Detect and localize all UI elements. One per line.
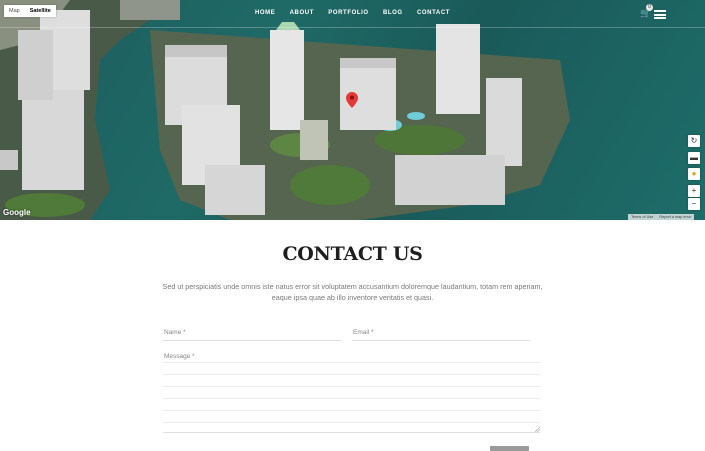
email-label: Email * [353, 329, 374, 336]
nav-contact[interactable]: CONTACT [417, 10, 450, 16]
map-view[interactable]: Map Satellite Google ↻ ▬ ● + − Terms of … [0, 0, 705, 220]
rotate-icon[interactable]: ↻ [688, 135, 700, 147]
contact-intro: Sed ut perspiciatis unde omnis iste natu… [162, 282, 543, 302]
nav-blog[interactable]: BLOG [383, 10, 403, 16]
pegman-icon[interactable]: ● [688, 168, 700, 180]
report-error-link[interactable]: Report a map error [656, 214, 694, 220]
message-label: Message * [164, 353, 195, 360]
google-logo: Google [3, 208, 31, 217]
message-line [163, 410, 540, 411]
message-line [163, 398, 540, 399]
location-pin-icon[interactable] [346, 92, 358, 108]
message-line [163, 374, 540, 375]
name-field[interactable]: Name * [163, 326, 341, 341]
submit-button[interactable] [490, 446, 529, 451]
contact-title: CONTACT US [282, 243, 423, 265]
cart-count-badge: 0 [646, 4, 653, 11]
hamburger-menu-icon[interactable] [654, 10, 666, 19]
satellite-imagery [0, 0, 570, 220]
resize-handle-icon[interactable] [535, 427, 540, 432]
zoom-in-button[interactable]: + [688, 185, 700, 197]
zoom-out-button[interactable]: − [688, 198, 700, 210]
nav-menu: HOME ABOUT PORTFOLIO BLOG CONTACT [0, 10, 705, 16]
message-line [163, 422, 540, 423]
name-label: Name * [164, 329, 186, 336]
car-icon[interactable]: ▬ [688, 152, 700, 164]
nav-about[interactable]: ABOUT [290, 10, 314, 16]
message-line [163, 362, 540, 363]
map-footer-links: Terms of Use Report a map error [628, 214, 695, 220]
nav-home[interactable]: HOME [255, 10, 275, 16]
nav-portfolio[interactable]: PORTFOLIO [328, 10, 368, 16]
message-line [163, 386, 540, 387]
email-field[interactable]: Email * [352, 326, 530, 341]
terms-link[interactable]: Terms of Use [628, 214, 656, 220]
top-nav: HOME ABOUT PORTFOLIO BLOG CONTACT 🛒 0 [0, 0, 705, 28]
